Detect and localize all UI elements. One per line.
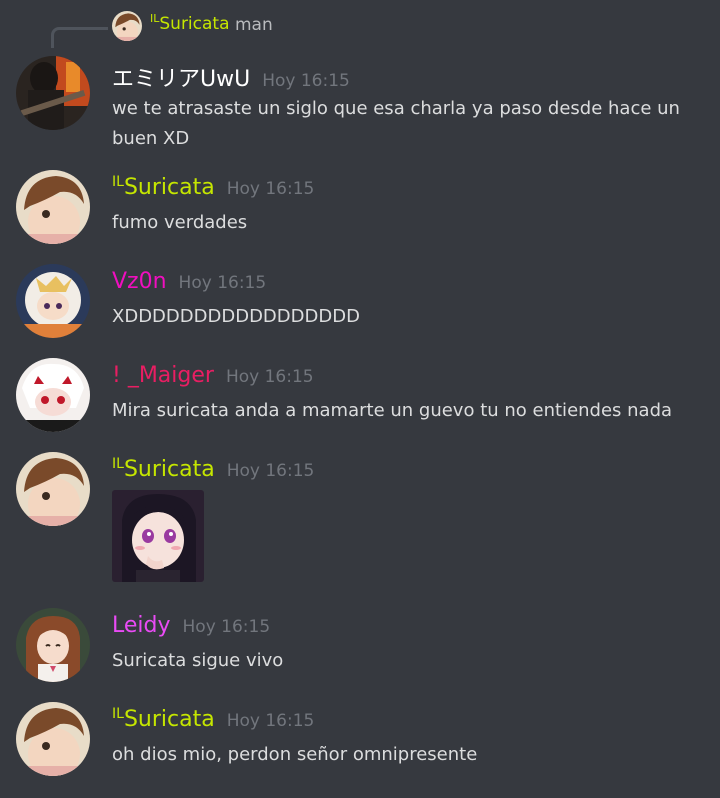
guitarist-avatar[interactable] <box>16 56 90 130</box>
timestamp: Hoy 16:15 <box>262 71 350 91</box>
message-text: oh dios mio, perdon señor omnipresente <box>112 744 478 765</box>
author-name[interactable]: ! _Maiger Hoy 16:15 <box>112 363 314 388</box>
timestamp: Hoy 16:15 <box>226 179 315 199</box>
author-name[interactable]: ILSuricata Hoy 16:15 <box>112 174 315 200</box>
message: Vz0n Hoy 16:15 XDDDDDDDDDDDDDDDDD <box>0 264 720 344</box>
author-name[interactable]: Leidy Hoy 16:15 <box>112 613 270 638</box>
message-text: XDDDDDDDDDDDDDDDDD <box>112 306 360 327</box>
author-name[interactable]: Vz0n Hoy 16:15 <box>112 269 266 294</box>
reply-author[interactable]: ILSuricata <box>150 12 230 34</box>
brown-hair-anime-avatar[interactable] <box>16 608 90 682</box>
author-name[interactable]: エミリアUwU Hoy 16:15 <box>112 61 350 93</box>
paimon-avatar[interactable] <box>16 264 90 338</box>
timestamp: Hoy 16:15 <box>225 367 314 387</box>
anime-girl-avatar[interactable] <box>16 702 90 776</box>
anime-girl-avatar[interactable] <box>16 452 90 526</box>
anime-girl-avatar[interactable] <box>16 170 90 244</box>
message: ILSuricata Hoy 16:15 fumo verdades <box>0 170 720 250</box>
timestamp: Hoy 16:15 <box>182 617 271 637</box>
message-text: we te atrasaste un siglo que esa charla … <box>112 98 680 149</box>
message-text: fumo verdades <box>112 212 248 233</box>
reply-reference[interactable]: ILSuricata man <box>0 0 720 50</box>
reply-avatar[interactable] <box>112 11 142 41</box>
message: ! _Maiger Hoy 16:15 Mira suricata anda a … <box>0 358 720 438</box>
anime-girl-image[interactable] <box>112 490 204 582</box>
message: ILSuricata Hoy 16:15 oh dios mio, perdon … <box>0 702 720 782</box>
timestamp: Hoy 16:15 <box>226 461 315 481</box>
message-text: Suricata sigue vivo <box>112 650 284 671</box>
author-name[interactable]: ILSuricata Hoy 16:15 <box>112 706 315 732</box>
message: Leidy Hoy 16:15 Suricata sigue vivo <box>0 608 720 688</box>
reply-spine <box>51 27 108 48</box>
author-name[interactable]: ILSuricata Hoy 16:15 <box>112 456 315 482</box>
timestamp: Hoy 16:15 <box>178 273 267 293</box>
reply-text[interactable]: man <box>235 15 273 35</box>
white-hair-anime-avatar[interactable] <box>16 358 90 432</box>
message: エミリアUwU Hoy 16:15 we te atrasaste un sigl… <box>0 52 720 162</box>
timestamp: Hoy 16:15 <box>226 711 315 731</box>
message-text: Mira suricata anda a mamarte un guevo tu… <box>112 400 673 421</box>
message: ILSuricata Hoy 16:15 <box>0 452 720 592</box>
